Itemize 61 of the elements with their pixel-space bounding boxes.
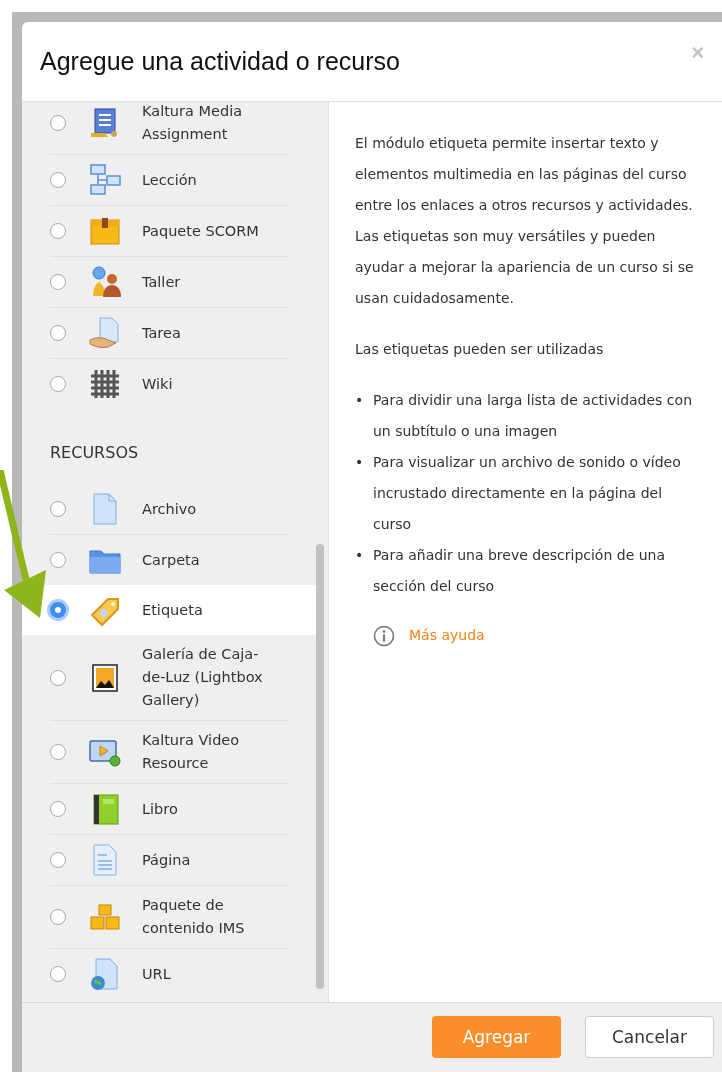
activity-option[interactable]: Taller — [50, 257, 288, 308]
activity-label: Taller — [142, 272, 182, 292]
scrollbar-thumb[interactable] — [316, 544, 324, 989]
activity-option[interactable]: Paquete SCORM — [50, 206, 288, 257]
activity-option[interactable]: Galería de Caja-de-Luz (Lightbox Gallery) — [50, 635, 288, 721]
radio-button[interactable] — [50, 376, 66, 392]
radio-button[interactable] — [50, 223, 66, 239]
radio-button[interactable] — [50, 909, 66, 925]
description-text: Las etiquetas pueden ser utilizadas — [355, 340, 605, 359]
activity-option[interactable]: Etiqueta — [22, 585, 316, 635]
radio-button[interactable] — [50, 325, 66, 341]
hand-with-paper-icon — [88, 316, 122, 350]
radio-button[interactable] — [50, 852, 66, 868]
flowchart-icon — [88, 163, 122, 197]
activity-label: Galería de Caja-de-Luz (Lightbox Gallery) — [142, 645, 264, 710]
radio-button[interactable] — [50, 501, 66, 517]
bullet-item: Para dividir una larga lista de actividades con un subtítulo o una imagen — [373, 391, 693, 441]
activity-label: Archivo — [142, 499, 198, 519]
radio-button[interactable] — [50, 552, 66, 568]
activity-label: Tarea — [142, 323, 182, 343]
activity-label: Página — [142, 850, 192, 870]
bullet-item: Para añadir una breve descripción de una sección del curso — [373, 546, 667, 596]
dialog-title: Agregue una actividad o recurso — [40, 47, 400, 76]
activity-label: Wiki — [142, 374, 174, 394]
activity-label: Paquete SCORM — [142, 221, 260, 241]
radio-button[interactable] — [50, 274, 66, 290]
activity-option[interactable]: Libro — [50, 784, 288, 835]
activity-option[interactable]: Tarea — [50, 308, 288, 359]
puzzle-grid-icon — [88, 367, 122, 401]
activity-label: Paquete de contenido IMS — [142, 896, 246, 938]
bullet-marker: • — [355, 546, 365, 565]
bullet-item: Para visualizar un archivo de sonido o vídeo incrustado directamente en la página del curso — [373, 453, 682, 534]
activity-label: Libro — [142, 799, 179, 819]
radio-button[interactable] — [50, 966, 66, 982]
section-heading: RECURSOS — [49, 442, 140, 464]
activity-label: Kaltura Media Assignment — [142, 102, 244, 144]
activity-option[interactable]: Página — [50, 835, 288, 886]
cancel-button[interactable]: Cancelar — [585, 1016, 714, 1058]
bullet-marker: • — [355, 391, 365, 410]
radio-button[interactable] — [50, 115, 66, 131]
radio-button[interactable] — [50, 669, 66, 686]
activity-label: Etiqueta — [142, 600, 204, 620]
info-icon — [373, 624, 395, 647]
radio-button[interactable] — [50, 744, 66, 760]
activity-option[interactable]: Archivo — [50, 484, 288, 535]
activity-option[interactable]: Paquete de contenido IMS — [50, 886, 288, 949]
activity-label: Kaltura Video Resource — [142, 731, 241, 773]
activity-label: Carpeta — [142, 550, 201, 570]
activity-option[interactable]: URL — [50, 949, 288, 999]
radio-button[interactable] — [50, 602, 66, 618]
radio-button[interactable] — [50, 172, 66, 188]
description-text: El módulo etiqueta permite insertar texto y elementos multimedia en las páginas del curso entre los enlaces a otros recursos y actividades. Las etiquetas son muy versátiles y pueden ayudar a mejorar la apariencia de un curso si se usan cuidadosamente. — [355, 134, 695, 308]
bullet-marker: • — [355, 453, 365, 472]
activity-label: Lección — [142, 170, 198, 190]
activity-option[interactable]: Wiki — [50, 359, 288, 409]
activity-option[interactable]: Lección — [50, 155, 288, 206]
activity-option[interactable]: Kaltura Media Assignment — [50, 92, 288, 155]
activity-label: URL — [142, 964, 172, 984]
activity-option[interactable]: Carpeta — [50, 535, 288, 585]
activity-option[interactable]: Kaltura Video Resource — [50, 721, 288, 784]
radio-button[interactable] — [50, 801, 66, 817]
